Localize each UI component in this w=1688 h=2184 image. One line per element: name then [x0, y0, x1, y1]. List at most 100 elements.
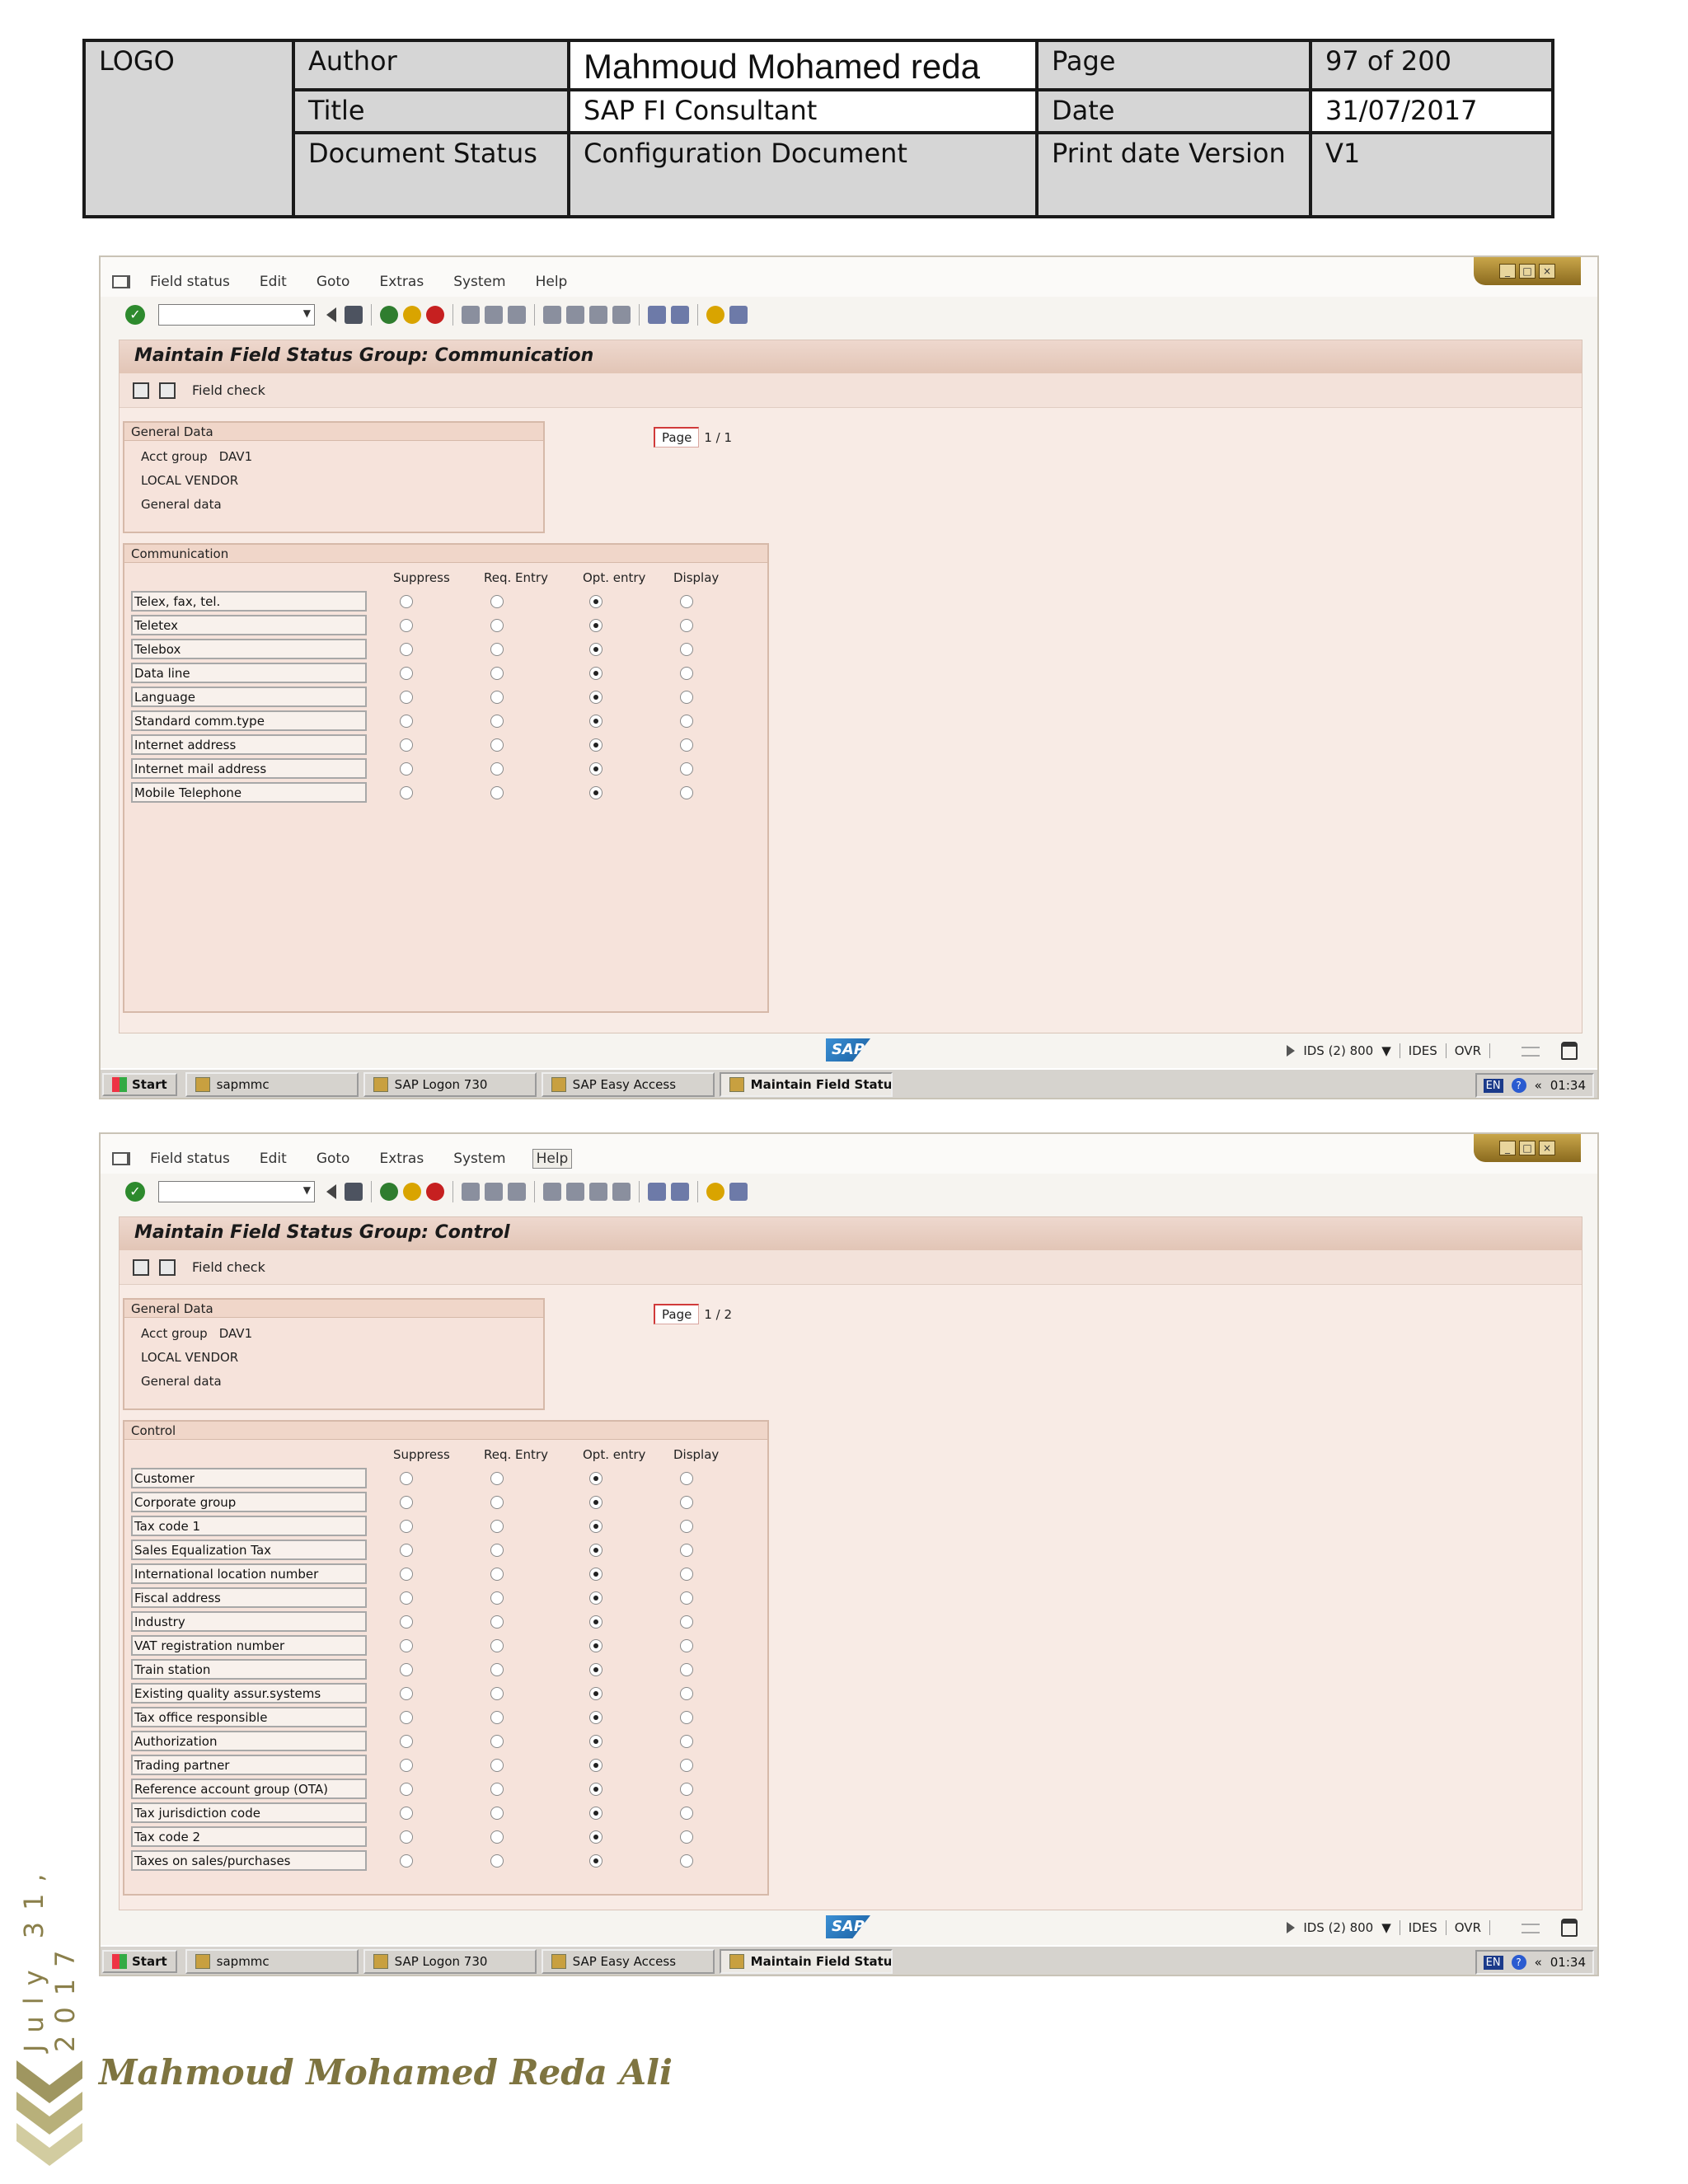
radio-display[interactable]: [680, 1830, 693, 1844]
task-easy-access[interactable]: SAP Easy Access: [541, 1949, 715, 1974]
radio-opt[interactable]: [589, 738, 603, 752]
radio-req[interactable]: [490, 1591, 504, 1605]
close-icon[interactable]: ×: [1539, 1141, 1555, 1155]
radio-display[interactable]: [680, 1591, 693, 1605]
insert-mode[interactable]: OVR: [1455, 1043, 1481, 1058]
radio-suppress[interactable]: [400, 691, 413, 704]
menu-item-field-status[interactable]: Field status: [147, 273, 233, 291]
radio-req[interactable]: [490, 1472, 504, 1485]
radio-opt[interactable]: [589, 1544, 603, 1557]
radio-req[interactable]: [490, 1759, 504, 1772]
radio-req[interactable]: [490, 786, 504, 799]
radio-suppress[interactable]: [400, 1759, 413, 1772]
command-field[interactable]: [158, 304, 315, 326]
find-next-icon[interactable]: [508, 1183, 526, 1201]
minimize-icon[interactable]: _: [1499, 1141, 1516, 1155]
task-sapmmc[interactable]: sapmmc: [185, 1072, 359, 1097]
radio-display[interactable]: [680, 1735, 693, 1748]
cancel-icon[interactable]: [426, 1183, 444, 1201]
radio-display[interactable]: [680, 1759, 693, 1772]
find-icon[interactable]: [485, 1183, 503, 1201]
radio-display[interactable]: [680, 643, 693, 656]
back-arrow-icon[interactable]: [326, 307, 336, 322]
menu-item-edit[interactable]: Edit: [256, 273, 290, 291]
maximize-icon[interactable]: □: [1519, 264, 1536, 279]
task-sap-logon[interactable]: SAP Logon 730: [363, 1072, 537, 1097]
radio-display[interactable]: [680, 1687, 693, 1700]
help-icon[interactable]: [706, 1183, 724, 1201]
radio-req[interactable]: [490, 762, 504, 776]
previous-group-icon[interactable]: [133, 1258, 149, 1276]
previous-group-icon[interactable]: [133, 382, 149, 399]
language-indicator[interactable]: EN: [1483, 1078, 1503, 1093]
radio-suppress[interactable]: [400, 1854, 413, 1868]
radio-display[interactable]: [680, 786, 693, 799]
menu-item-goto[interactable]: Goto: [313, 1150, 354, 1168]
help-icon[interactable]: [706, 306, 724, 324]
menu-item-help[interactable]: Help: [532, 273, 571, 291]
radio-suppress[interactable]: [400, 1663, 413, 1676]
radio-req[interactable]: [490, 1807, 504, 1820]
radio-req[interactable]: [490, 1639, 504, 1652]
menu-window-icon[interactable]: [112, 1152, 130, 1165]
radio-req[interactable]: [490, 1520, 504, 1533]
radio-req[interactable]: [490, 1496, 504, 1509]
radio-opt[interactable]: [589, 1711, 603, 1724]
radio-opt[interactable]: [589, 1854, 603, 1868]
previous-page-icon[interactable]: [566, 306, 584, 324]
last-page-icon[interactable]: [612, 306, 631, 324]
minimize-icon[interactable]: _: [1499, 264, 1516, 279]
first-page-icon[interactable]: [543, 1183, 561, 1201]
task-easy-access[interactable]: SAP Easy Access: [541, 1072, 715, 1097]
radio-suppress[interactable]: [400, 762, 413, 776]
radio-display[interactable]: [680, 1496, 693, 1509]
layout-menu-icon[interactable]: [729, 306, 748, 324]
enter-check-icon[interactable]: ✓: [125, 1182, 145, 1202]
command-field[interactable]: [158, 1181, 315, 1202]
previous-page-icon[interactable]: [566, 1183, 584, 1201]
radio-display[interactable]: [680, 1520, 693, 1533]
system-dropdown-icon[interactable]: ▼: [1381, 1920, 1391, 1935]
task-sapmmc[interactable]: sapmmc: [185, 1949, 359, 1974]
radio-display[interactable]: [680, 1639, 693, 1652]
menu-item-system[interactable]: System: [450, 273, 509, 291]
radio-opt[interactable]: [589, 667, 603, 680]
radio-suppress[interactable]: [400, 1735, 413, 1748]
help-tray-icon[interactable]: ?: [1511, 1078, 1526, 1093]
radio-suppress[interactable]: [400, 1544, 413, 1557]
create-session-icon[interactable]: [648, 1183, 666, 1201]
radio-suppress[interactable]: [400, 1591, 413, 1605]
tray-expand-icon[interactable]: «: [1535, 1955, 1542, 1970]
save-icon[interactable]: [345, 1183, 363, 1201]
radio-opt[interactable]: [589, 1783, 603, 1796]
radio-opt[interactable]: [589, 762, 603, 776]
close-icon[interactable]: ×: [1539, 264, 1555, 279]
system-dropdown-icon[interactable]: ▼: [1381, 1043, 1391, 1058]
radio-display[interactable]: [680, 738, 693, 752]
layout-menu-icon[interactable]: [729, 1183, 748, 1201]
radio-suppress[interactable]: [400, 1807, 413, 1820]
page-button[interactable]: Page: [654, 1304, 700, 1324]
radio-req[interactable]: [490, 1711, 504, 1724]
radio-suppress[interactable]: [400, 1496, 413, 1509]
radio-opt[interactable]: [589, 1735, 603, 1748]
menu-item-extras[interactable]: Extras: [376, 1150, 427, 1168]
task-maintain-field-status[interactable]: Maintain Field Status ...: [719, 1072, 893, 1097]
radio-opt[interactable]: [589, 691, 603, 704]
task-maintain-field-status[interactable]: Maintain Field Status ...: [719, 1949, 893, 1974]
radio-opt[interactable]: [589, 1472, 603, 1485]
radio-opt[interactable]: [589, 1807, 603, 1820]
radio-opt[interactable]: [589, 1759, 603, 1772]
shortcut-icon[interactable]: [671, 306, 689, 324]
radio-suppress[interactable]: [400, 1472, 413, 1485]
system-id[interactable]: IDS (2) 800: [1303, 1920, 1373, 1935]
radio-opt[interactable]: [589, 1639, 603, 1652]
radio-display[interactable]: [680, 1663, 693, 1676]
radio-display[interactable]: [680, 1783, 693, 1796]
radio-suppress[interactable]: [400, 1687, 413, 1700]
system-id[interactable]: IDS (2) 800: [1303, 1043, 1373, 1058]
page-button[interactable]: Page: [654, 427, 700, 448]
radio-opt[interactable]: [589, 1687, 603, 1700]
language-indicator[interactable]: EN: [1483, 1955, 1503, 1970]
radio-suppress[interactable]: [400, 667, 413, 680]
